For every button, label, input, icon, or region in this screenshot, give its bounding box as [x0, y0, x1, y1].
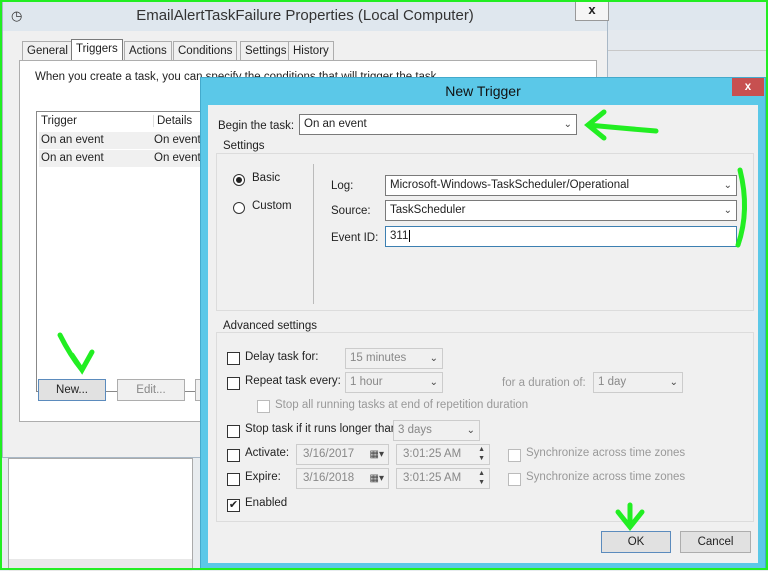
frame-border	[0, 0, 768, 570]
annotation-overlay	[0, 0, 768, 570]
arrow-annotation-begin	[584, 109, 659, 141]
arrow-annotation-new	[57, 332, 95, 375]
brace-annotation-event	[735, 167, 748, 248]
arrow-annotation-ok	[615, 502, 645, 532]
